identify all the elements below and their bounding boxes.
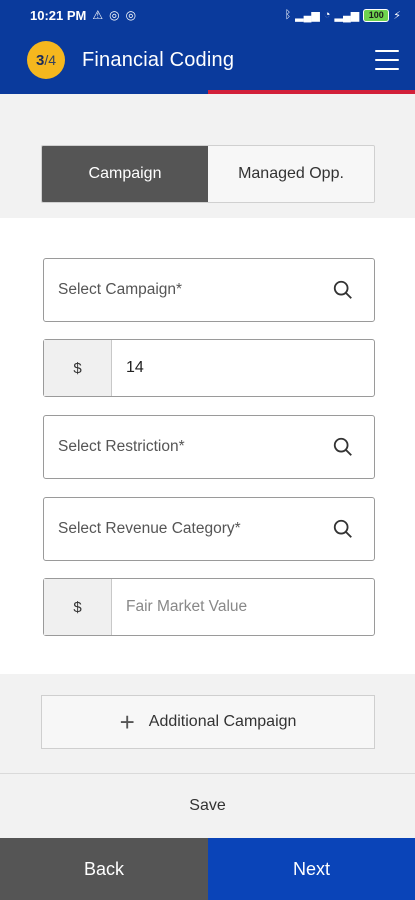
amount-field[interactable]: $ 14 — [43, 339, 375, 397]
select-restriction-placeholder: Select Restriction* — [58, 438, 185, 455]
fair-market-value-input[interactable]: Fair Market Value — [112, 598, 374, 616]
divider — [0, 773, 415, 774]
additional-campaign-label: Additional Campaign — [148, 713, 297, 730]
next-button[interactable]: Next — [208, 838, 415, 900]
select-restriction-field[interactable]: Select Restriction* — [43, 415, 375, 479]
tab-managed-opp[interactable]: Managed Opp. — [208, 146, 374, 202]
status-left: 10:21 PM ⚠ ◎ ◎ — [30, 8, 136, 23]
select-revenue-category-placeholder: Select Revenue Category* — [58, 520, 241, 537]
wifi-icon: ◔ — [323, 9, 331, 21]
signal-icon-2: ▂▄▆ — [334, 9, 360, 22]
tab-campaign[interactable]: Campaign — [42, 146, 208, 202]
signal-icon: ▂▄▆ — [295, 9, 320, 22]
currency-prefix: $ — [44, 340, 112, 396]
charging-icon: ⚡ — [393, 9, 401, 22]
hamburger-menu-icon[interactable] — [375, 50, 399, 70]
back-button[interactable]: Back — [0, 838, 208, 900]
warning-icon: ⚠ — [92, 8, 104, 22]
additional-campaign-button[interactable]: + Additional Campaign — [41, 695, 375, 749]
battery-icon: 100 — [363, 8, 390, 22]
status-bar: 10:21 PM ⚠ ◎ ◎ ᛒ ▂▄▆ ◔ ▂▄▆ 100 ⚡ — [0, 0, 415, 30]
page-title: Financial Coding — [82, 48, 235, 71]
notification-icon-2: ◎ — [125, 8, 137, 22]
app-header: 3/4 Financial Coding — [0, 30, 415, 90]
search-icon[interactable] — [332, 518, 354, 540]
save-button[interactable]: Save — [0, 784, 415, 828]
progress-underline — [0, 90, 415, 94]
step-current: 3 — [35, 51, 45, 69]
bluetooth-icon: ᛒ — [284, 9, 292, 21]
clock: 10:21 PM — [30, 7, 87, 23]
status-right: ᛒ ▂▄▆ ◔ ▂▄▆ 100 ⚡ — [284, 8, 401, 22]
step-badge: 3/4 — [27, 41, 65, 79]
step-total: /4 — [44, 52, 57, 68]
select-campaign-field[interactable]: Select Campaign* — [43, 258, 375, 322]
notification-icon: ◎ — [109, 8, 120, 22]
currency-prefix: $ — [44, 579, 112, 635]
form-card: Select Campaign* $ 14 Select Restriction… — [0, 218, 415, 674]
plus-icon: + — [119, 707, 135, 737]
bottom-nav-bar: Back Next — [0, 838, 415, 900]
select-campaign-placeholder: Select Campaign* — [58, 281, 183, 298]
segmented-tabs: Campaign Managed Opp. — [41, 145, 375, 203]
select-revenue-category-field[interactable]: Select Revenue Category* — [43, 497, 375, 561]
search-icon[interactable] — [332, 436, 354, 458]
fair-market-value-field[interactable]: $ Fair Market Value — [43, 578, 375, 636]
search-icon[interactable] — [332, 279, 354, 301]
amount-input[interactable]: 14 — [112, 359, 374, 377]
